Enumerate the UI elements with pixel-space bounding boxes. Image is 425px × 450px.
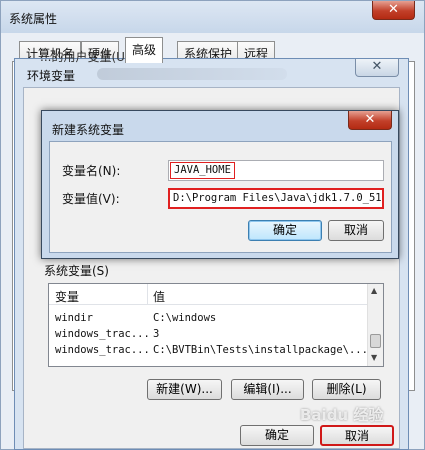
new-system-variable-title: 新建系统变量	[52, 123, 125, 137]
vertical-scrollbar[interactable]: ▲ ▼	[367, 284, 383, 366]
scrollbar-thumb[interactable]	[370, 334, 381, 348]
variable-name-input[interactable]: JAVA_HOME	[168, 160, 384, 181]
table-row-value[interactable]: C:\windows	[153, 312, 216, 324]
baidu-jingyan-watermark: Baidu 经验	[300, 406, 384, 424]
edit-system-variable-button[interactable]: 编辑(I)...	[231, 379, 304, 400]
new-variable-cancel-button[interactable]: 取消	[328, 220, 384, 241]
delete-system-variable-button[interactable]: 删除(L)	[312, 379, 381, 400]
environment-cancel-button[interactable]: 取消	[320, 425, 394, 446]
tab-advanced[interactable]: 高级	[125, 37, 164, 63]
table-row-value[interactable]: 3	[153, 328, 159, 340]
environment-variables-close-button[interactable]: ✕	[355, 59, 399, 77]
system-properties-close-button[interactable]: ✕	[372, 1, 415, 20]
system-variables-table[interactable]: 变量 值 windir C:\windows windows_trac... 3…	[48, 283, 384, 367]
blurred-title-text	[97, 68, 287, 80]
system-properties-titlebar[interactable]: 系统属性 ✕	[1, 1, 424, 33]
table-row-variable[interactable]: windows_trac...	[55, 328, 150, 340]
table-row-variable[interactable]: windir	[55, 312, 93, 324]
environment-variables-title: 环境变量	[27, 69, 76, 83]
table-row-variable[interactable]: windows_trac...	[55, 344, 150, 356]
new-system-variable-dialog: 新建系统变量 ✕ 变量名(N): JAVA_HOME 变量值(V): D:\Pr…	[41, 110, 399, 259]
system-properties-title: 系统属性	[9, 12, 58, 26]
new-system-variable-body: 变量名(N): JAVA_HOME 变量值(V): D:\Program Fil…	[49, 141, 392, 253]
user-variables-label: ...的用户变量(U)	[40, 50, 130, 64]
new-system-variable-close-button[interactable]: ✕	[348, 111, 392, 130]
table-header: 变量 值	[49, 284, 367, 305]
table-row-value[interactable]: C:\BVTBin\Tests\installpackage\...	[153, 344, 368, 356]
column-header-variable[interactable]: 变量	[55, 288, 79, 305]
variable-name-value: JAVA_HOME	[170, 162, 235, 179]
column-divider[interactable]	[147, 284, 148, 305]
column-header-value[interactable]: 值	[153, 288, 165, 305]
new-variable-ok-button[interactable]: 确定	[248, 220, 322, 241]
new-system-variable-button[interactable]: 新建(W)...	[147, 379, 222, 400]
variable-value-label: 变量值(V):	[62, 192, 120, 206]
scroll-down-arrow-icon[interactable]: ▼	[371, 353, 377, 362]
variable-name-label: 变量名(N):	[62, 164, 121, 178]
environment-ok-button[interactable]: 确定	[240, 425, 314, 446]
variable-value-input[interactable]: D:\Program Files\Java\jdk1.7.0_51	[168, 188, 384, 209]
system-variables-label: 系统变量(S)	[44, 264, 109, 278]
scroll-up-arrow-icon[interactable]: ▲	[371, 286, 377, 295]
